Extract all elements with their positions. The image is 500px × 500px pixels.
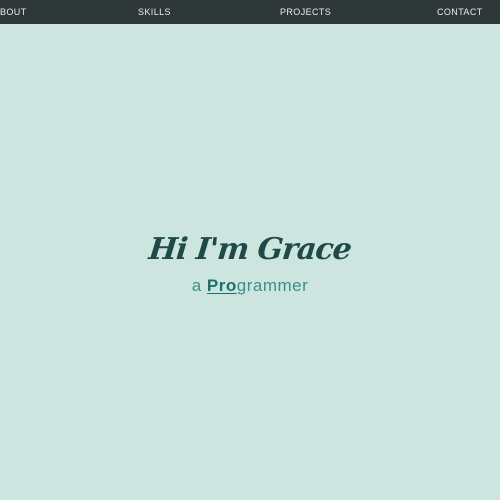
hero-section: Hi I'm Grace a Programmer xyxy=(0,228,500,298)
nav-link-about[interactable]: BOUT xyxy=(0,7,27,18)
top-navbar: BOUT SKILLS PROJECTS CONTACT xyxy=(0,0,500,24)
subtitle-suffix: grammer xyxy=(236,276,309,295)
subtitle-emphasis: Pro xyxy=(206,276,237,295)
hero-subtitle: a Programmer xyxy=(0,274,500,298)
nav-link-projects[interactable]: PROJECTS xyxy=(280,7,331,18)
nav-link-contact[interactable]: CONTACT xyxy=(437,7,483,18)
hero-title: Hi I'm Grace xyxy=(147,232,353,267)
subtitle-prefix: a xyxy=(191,276,207,295)
nav-link-skills[interactable]: SKILLS xyxy=(138,7,171,18)
